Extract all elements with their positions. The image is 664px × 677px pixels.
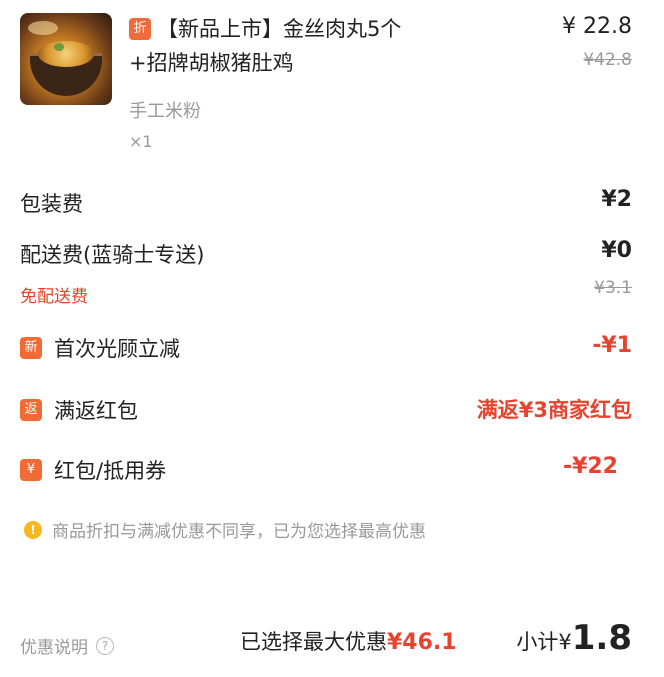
max-discount-value: ¥46.1 (387, 630, 457, 655)
promo-value[interactable]: 满返¥3商家红包 (477, 394, 632, 424)
image-garnish (54, 43, 64, 51)
promo-row-new-customer: 新 首次光顾立减 (20, 333, 180, 363)
question-icon[interactable]: ? (96, 636, 114, 655)
promo-label: 红包/抵用券 (54, 459, 167, 483)
discount-tag-icon: 折 (129, 18, 151, 40)
delivery-fee-label: 配送费(蓝骑士专送) (20, 243, 205, 267)
delivery-fee-value: ¥0 (601, 238, 632, 263)
product-quantity: ×1 (129, 132, 153, 151)
product-image[interactable] (20, 13, 112, 105)
image-steam (28, 21, 58, 35)
subtotal-label: 小计¥ (516, 630, 572, 654)
promo-value: -¥1 (592, 333, 632, 358)
warning-icon: ! (24, 520, 42, 539)
delivery-fee-original: ¥3.1 (594, 278, 632, 298)
product-original-price: ¥42.8 (583, 50, 632, 70)
cashback-icon: 返 (20, 399, 42, 421)
product-title-line2: +招牌胡椒猪肚鸡 (129, 51, 294, 75)
new-customer-icon: 新 (20, 337, 42, 359)
explain-label: 优惠说明 (20, 638, 88, 658)
promo-label: 满返红包 (54, 399, 138, 423)
product-spec: 手工米粉 (129, 101, 201, 122)
packaging-fee-value: ¥2 (601, 187, 632, 212)
discount-notice: ! 商品折扣与满减优惠不同享，已为您选择最高优惠 (24, 517, 426, 542)
image-food (38, 41, 94, 67)
max-discount: 已选择最大优惠 ¥46.1 (240, 626, 457, 656)
product-title: 折 【新品上市】金丝肉丸5个 +招牌胡椒猪肚鸡 (129, 12, 529, 80)
product-price: ¥ 22.8 (562, 14, 632, 39)
product-title-line1: 【新品上市】金丝肉丸5个 (157, 17, 402, 41)
promo-label: 首次光顾立减 (54, 337, 180, 361)
notice-text: 商品折扣与满减优惠不同享，已为您选择最高优惠 (52, 522, 426, 542)
promo-row-coupon[interactable]: ¥ 红包/抵用券 (20, 455, 166, 485)
promo-row-cashback[interactable]: 返 满返红包 (20, 395, 138, 425)
packaging-fee-label: 包装费 (20, 192, 83, 216)
discount-explain[interactable]: 优惠说明 ? (20, 633, 114, 658)
promo-value[interactable]: -¥22 (563, 454, 618, 479)
free-delivery-note: 免配送费 (20, 287, 88, 307)
subtotal: 小计¥ 1.8 (516, 618, 632, 658)
subtotal-value: 1.8 (571, 618, 632, 658)
coupon-icon: ¥ (20, 459, 42, 481)
max-discount-label: 已选择最大优惠 (240, 630, 387, 654)
